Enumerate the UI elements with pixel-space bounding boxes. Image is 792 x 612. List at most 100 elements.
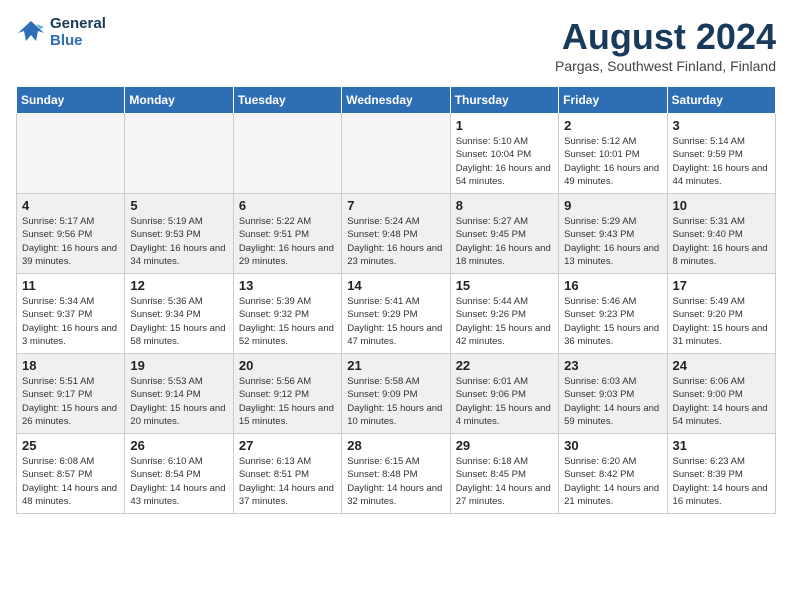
day-number: 21 [347,358,444,373]
calendar-table: SundayMondayTuesdayWednesdayThursdayFrid… [16,86,776,514]
day-info: Sunrise: 5:12 AM Sunset: 10:01 PM Daylig… [564,135,661,188]
day-info: Sunrise: 5:22 AM Sunset: 9:51 PM Dayligh… [239,215,336,268]
calendar-cell [342,114,450,194]
calendar-cell: 16Sunrise: 5:46 AM Sunset: 9:23 PM Dayli… [559,274,667,354]
day-info: Sunrise: 6:06 AM Sunset: 9:00 PM Dayligh… [673,375,770,428]
calendar-cell: 26Sunrise: 6:10 AM Sunset: 8:54 PM Dayli… [125,434,233,514]
day-number: 25 [22,438,119,453]
calendar-cell: 22 Sunrise: 6:01 AM Sunset: 9:06 PM Dayli… [450,354,558,434]
day-number: 4 [22,198,119,213]
logo-bird-icon [16,19,46,47]
day-number: 30 [564,438,661,453]
day-number: 13 [239,278,336,293]
day-number: 16 [564,278,661,293]
calendar-cell: 15 Sunrise: 5:44 AM Sunset: 9:26 PM Dayli… [450,274,558,354]
day-info: Sunrise: 6:01 AM Sunset: 9:06 PM Dayligh… [456,375,553,428]
col-header-wednesday: Wednesday [342,87,450,114]
day-number: 8 [456,198,553,213]
day-number: 19 [130,358,227,373]
day-number: 23 [564,358,661,373]
day-info: Sunrise: 5:53 AM Sunset: 9:14 PM Dayligh… [130,375,227,428]
calendar-cell: 4 Sunrise: 5:17 AM Sunset: 9:56 PM Daylig… [17,194,125,274]
day-info: Sunrise: 5:10 AM Sunset: 10:04 PM Daylig… [456,135,553,188]
calendar-cell: 9 Sunrise: 5:29 AM Sunset: 9:43 PM Daylig… [559,194,667,274]
day-info: Sunrise: 5:29 AM Sunset: 9:43 PM Dayligh… [564,215,661,268]
calendar-cell: 31Sunrise: 6:23 AM Sunset: 8:39 PM Dayli… [667,434,775,514]
day-number: 17 [673,278,770,293]
day-info: Sunrise: 6:15 AM Sunset: 8:48 PM Dayligh… [347,455,444,508]
calendar-title: August 2024 [555,16,776,58]
calendar-cell: 17 Sunrise: 5:49 AM Sunset: 9:20 PM Dayli… [667,274,775,354]
calendar-cell: 2 Sunrise: 5:12 AM Sunset: 10:01 PM Dayli… [559,114,667,194]
day-info: Sunrise: 6:13 AM Sunset: 8:51 PM Dayligh… [239,455,336,508]
day-info: Sunrise: 5:56 AM Sunset: 9:12 PM Dayligh… [239,375,336,428]
day-info: Sunrise: 6:08 AM Sunset: 8:57 PM Dayligh… [22,455,119,508]
calendar-cell: 27 Sunrise: 6:13 AM Sunset: 8:51 PM Dayli… [233,434,341,514]
day-number: 7 [347,198,444,213]
calendar-cell: 28 Sunrise: 6:15 AM Sunset: 8:48 PM Dayli… [342,434,450,514]
day-info: Sunrise: 5:34 AM Sunset: 9:37 PM Dayligh… [22,295,119,348]
day-info: Sunrise: 5:44 AM Sunset: 9:26 PM Dayligh… [456,295,553,348]
day-number: 2 [564,118,661,133]
calendar-cell: 7 Sunrise: 5:24 AM Sunset: 9:48 PM Daylig… [342,194,450,274]
calendar-cell: 13 Sunrise: 5:39 AM Sunset: 9:32 PM Dayli… [233,274,341,354]
day-number: 11 [22,278,119,293]
calendar-cell: 3 Sunrise: 5:14 AM Sunset: 9:59 PM Daylig… [667,114,775,194]
day-number: 22 [456,358,553,373]
calendar-cell: 23Sunrise: 6:03 AM Sunset: 9:03 PM Dayli… [559,354,667,434]
col-header-tuesday: Tuesday [233,87,341,114]
day-info: Sunrise: 5:17 AM Sunset: 9:56 PM Dayligh… [22,215,119,268]
calendar-week-1: 1Sunrise: 5:10 AM Sunset: 10:04 PM Dayli… [17,114,776,194]
calendar-cell: 20 Sunrise: 5:56 AM Sunset: 9:12 PM Dayli… [233,354,341,434]
day-info: Sunrise: 5:51 AM Sunset: 9:17 PM Dayligh… [22,375,119,428]
day-info: Sunrise: 5:27 AM Sunset: 9:45 PM Dayligh… [456,215,553,268]
calendar-cell: 19 Sunrise: 5:53 AM Sunset: 9:14 PM Dayli… [125,354,233,434]
day-info: Sunrise: 5:49 AM Sunset: 9:20 PM Dayligh… [673,295,770,348]
day-info: Sunrise: 5:14 AM Sunset: 9:59 PM Dayligh… [673,135,770,188]
day-number: 29 [456,438,553,453]
calendar-cell: 6Sunrise: 5:22 AM Sunset: 9:51 PM Daylig… [233,194,341,274]
calendar-cell: 8 Sunrise: 5:27 AM Sunset: 9:45 PM Daylig… [450,194,558,274]
calendar-cell: 11 Sunrise: 5:34 AM Sunset: 9:37 PM Dayli… [17,274,125,354]
day-number: 18 [22,358,119,373]
logo: General Blue [16,16,106,49]
calendar-week-5: 25 Sunrise: 6:08 AM Sunset: 8:57 PM Dayli… [17,434,776,514]
day-number: 10 [673,198,770,213]
day-info: Sunrise: 5:24 AM Sunset: 9:48 PM Dayligh… [347,215,444,268]
calendar-cell: 24 Sunrise: 6:06 AM Sunset: 9:00 PM Dayli… [667,354,775,434]
day-info: Sunrise: 5:58 AM Sunset: 9:09 PM Dayligh… [347,375,444,428]
day-info: Sunrise: 6:23 AM Sunset: 8:39 PM Dayligh… [673,455,770,508]
day-number: 12 [130,278,227,293]
calendar-cell [17,114,125,194]
day-info: Sunrise: 6:18 AM Sunset: 8:45 PM Dayligh… [456,455,553,508]
header: General Blue August 2024 Pargas, Southwe… [16,16,776,74]
day-number: 3 [673,118,770,133]
logo-text-line1: General [50,16,106,33]
day-number: 24 [673,358,770,373]
day-number: 14 [347,278,444,293]
day-info: Sunrise: 5:39 AM Sunset: 9:32 PM Dayligh… [239,295,336,348]
day-info: Sunrise: 5:31 AM Sunset: 9:40 PM Dayligh… [673,215,770,268]
day-number: 28 [347,438,444,453]
calendar-week-2: 4 Sunrise: 5:17 AM Sunset: 9:56 PM Daylig… [17,194,776,274]
day-info: Sunrise: 5:36 AM Sunset: 9:34 PM Dayligh… [130,295,227,348]
col-header-monday: Monday [125,87,233,114]
day-number: 20 [239,358,336,373]
calendar-week-4: 18 Sunrise: 5:51 AM Sunset: 9:17 PM Dayli… [17,354,776,434]
day-number: 5 [130,198,227,213]
day-number: 9 [564,198,661,213]
calendar-cell: 1Sunrise: 5:10 AM Sunset: 10:04 PM Dayli… [450,114,558,194]
calendar-subtitle: Pargas, Southwest Finland, Finland [555,58,776,74]
calendar-week-3: 11 Sunrise: 5:34 AM Sunset: 9:37 PM Dayli… [17,274,776,354]
calendar-cell: 14Sunrise: 5:41 AM Sunset: 9:29 PM Dayli… [342,274,450,354]
logo-text-line2: Blue [50,33,106,50]
calendar-cell: 10 Sunrise: 5:31 AM Sunset: 9:40 PM Dayli… [667,194,775,274]
day-info: Sunrise: 6:20 AM Sunset: 8:42 PM Dayligh… [564,455,661,508]
day-number: 15 [456,278,553,293]
day-number: 27 [239,438,336,453]
calendar-cell: 29 Sunrise: 6:18 AM Sunset: 8:45 PM Dayli… [450,434,558,514]
col-header-thursday: Thursday [450,87,558,114]
calendar-cell: 30 Sunrise: 6:20 AM Sunset: 8:42 PM Dayli… [559,434,667,514]
col-header-saturday: Saturday [667,87,775,114]
calendar-cell [125,114,233,194]
